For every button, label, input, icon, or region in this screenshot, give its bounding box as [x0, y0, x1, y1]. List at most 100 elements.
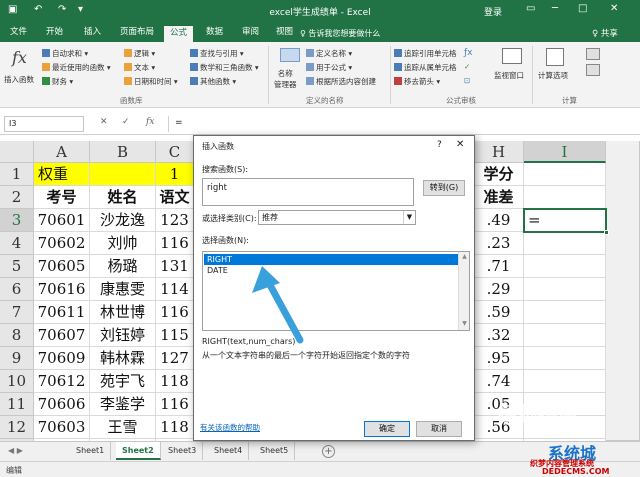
- trace-dependents-button[interactable]: 追踪从属单元格: [394, 62, 457, 73]
- cell-a12[interactable]: 70603: [34, 416, 90, 439]
- cell-h3[interactable]: .49: [474, 209, 524, 232]
- watch-window-button[interactable]: 监视窗口: [494, 70, 524, 81]
- cell-c12[interactable]: 118: [156, 416, 194, 439]
- insert-function-fx-icon[interactable]: fx: [146, 117, 154, 127]
- sheet-tab-sheet3[interactable]: Sheet3: [162, 442, 204, 460]
- formula-input[interactable]: =: [168, 116, 636, 132]
- cell-b2[interactable]: 姓名: [90, 186, 156, 209]
- scroll-down-icon[interactable]: ▼: [459, 320, 470, 327]
- cell-a7[interactable]: 70611: [34, 301, 90, 324]
- cell-i5[interactable]: [524, 255, 606, 278]
- function-help-link[interactable]: 有关该函数的帮助: [200, 422, 260, 433]
- cell-c4[interactable]: 116: [156, 232, 194, 255]
- cell-i8[interactable]: [524, 324, 606, 347]
- goto-button[interactable]: 转到(G): [423, 180, 465, 196]
- text-button[interactable]: 文本 ▾: [124, 62, 155, 73]
- cell-b8[interactable]: 刘钰婷: [90, 324, 156, 347]
- math-trig-button[interactable]: 数学和三角函数 ▾: [190, 62, 259, 73]
- cancel-button[interactable]: 取消: [416, 421, 462, 437]
- cell-h9[interactable]: .95: [474, 347, 524, 370]
- calc-now-icon[interactable]: [586, 48, 600, 60]
- tab-review[interactable]: 审阅: [236, 25, 265, 42]
- column-header-h[interactable]: H: [474, 141, 524, 163]
- evaluate-formula-icon[interactable]: ⊡: [464, 76, 470, 85]
- create-from-selection-button[interactable]: 根据所选内容创建: [306, 76, 376, 87]
- row-header-2[interactable]: 2: [0, 186, 34, 209]
- name-manager-button[interactable]: 名称 管理器: [274, 68, 297, 90]
- ok-button[interactable]: 确定: [364, 421, 410, 437]
- cell-i2[interactable]: [524, 186, 606, 209]
- cell-a5[interactable]: 70605: [34, 255, 90, 278]
- cell-a1[interactable]: 权重: [34, 163, 90, 186]
- cell-a10[interactable]: 70612: [34, 370, 90, 393]
- calc-options-button[interactable]: 计算选项: [538, 70, 568, 81]
- login-link[interactable]: 登录: [484, 5, 502, 18]
- cell-a9[interactable]: 70609: [34, 347, 90, 370]
- cell-a8[interactable]: 70607: [34, 324, 90, 347]
- row-header-6[interactable]: 6: [0, 278, 34, 301]
- row-header-4[interactable]: 4: [0, 232, 34, 255]
- column-header-c[interactable]: C: [156, 141, 194, 163]
- restore-icon[interactable]: □: [578, 3, 587, 14]
- cell-c10[interactable]: 118: [156, 370, 194, 393]
- function-item-date[interactable]: DATE: [204, 265, 458, 276]
- name-manager-icon[interactable]: [280, 48, 300, 62]
- recent-functions-button[interactable]: 最近使用的函数 ▾: [42, 62, 111, 73]
- tab-insert[interactable]: 插入: [78, 25, 107, 42]
- cell-c8[interactable]: 115: [156, 324, 194, 347]
- function-item-right[interactable]: RIGHT: [204, 254, 458, 265]
- cell-h5[interactable]: .71: [474, 255, 524, 278]
- cell-i10[interactable]: [524, 370, 606, 393]
- cell-h6[interactable]: .29: [474, 278, 524, 301]
- cell-b1[interactable]: [90, 163, 156, 186]
- vertical-scrollbar[interactable]: [606, 141, 640, 441]
- cell-i7[interactable]: [524, 301, 606, 324]
- tab-formulas[interactable]: 公式: [164, 25, 194, 42]
- cell-i9[interactable]: [524, 347, 606, 370]
- close-icon[interactable]: ✕: [456, 139, 464, 150]
- cell-b12[interactable]: 王雪: [90, 416, 156, 439]
- row-header-1[interactable]: 1: [0, 163, 34, 186]
- column-header-i[interactable]: I: [524, 141, 606, 163]
- category-select[interactable]: 推荐 ▼: [258, 210, 416, 225]
- cell-b9[interactable]: 韩林霖: [90, 347, 156, 370]
- remove-arrows-button[interactable]: 移去箭头 ▾: [394, 76, 440, 87]
- lookup-reference-button[interactable]: 查找与引用 ▾: [190, 48, 244, 59]
- cell-b4[interactable]: 刘帅: [90, 232, 156, 255]
- scroll-up-icon[interactable]: ▲: [459, 253, 470, 260]
- cell-c11[interactable]: 116: [156, 393, 194, 416]
- name-box[interactable]: I3: [4, 116, 84, 132]
- enter-formula-icon[interactable]: ✓: [122, 117, 130, 127]
- cell-a11[interactable]: 70606: [34, 393, 90, 416]
- share-button[interactable]: ♀ 共享: [592, 27, 618, 39]
- insert-function-icon[interactable]: fx: [12, 48, 27, 67]
- row-header-12[interactable]: 12: [0, 416, 34, 439]
- row-header-5[interactable]: 5: [0, 255, 34, 278]
- tab-home[interactable]: 开始: [40, 25, 69, 42]
- minimize-icon[interactable]: ─: [552, 3, 558, 14]
- calculator-icon[interactable]: [546, 48, 564, 66]
- sheet-tab-sheet4[interactable]: Sheet4: [208, 442, 250, 460]
- row-header-8[interactable]: 8: [0, 324, 34, 347]
- row-header-10[interactable]: 10: [0, 370, 34, 393]
- fill-handle[interactable]: [604, 230, 609, 235]
- watch-window-icon[interactable]: [502, 48, 522, 64]
- tab-file[interactable]: 文件: [4, 25, 33, 42]
- cancel-formula-icon[interactable]: ✕: [100, 117, 108, 127]
- calc-sheet-icon[interactable]: [586, 64, 600, 76]
- cell-a4[interactable]: 70602: [34, 232, 90, 255]
- cell-a3[interactable]: 70601: [34, 209, 90, 232]
- autosum-button[interactable]: 自动求和 ▾: [42, 48, 88, 59]
- close-window-icon[interactable]: ✕: [610, 3, 618, 14]
- cell-i1[interactable]: [524, 163, 606, 186]
- add-sheet-button[interactable]: +: [322, 445, 335, 458]
- cell-c7[interactable]: 116: [156, 301, 194, 324]
- row-header-3[interactable]: 3: [0, 209, 34, 232]
- ribbon-display-options-icon[interactable]: ▭: [526, 3, 535, 14]
- sheet-nav-arrows[interactable]: ◀ ▶: [8, 446, 23, 455]
- cell-c1[interactable]: 1: [156, 163, 194, 186]
- function-list-scrollbar[interactable]: ▲ ▼: [458, 252, 469, 330]
- column-header-b[interactable]: B: [90, 141, 156, 163]
- cell-h1[interactable]: 学分: [474, 163, 524, 186]
- cell-c9[interactable]: 127: [156, 347, 194, 370]
